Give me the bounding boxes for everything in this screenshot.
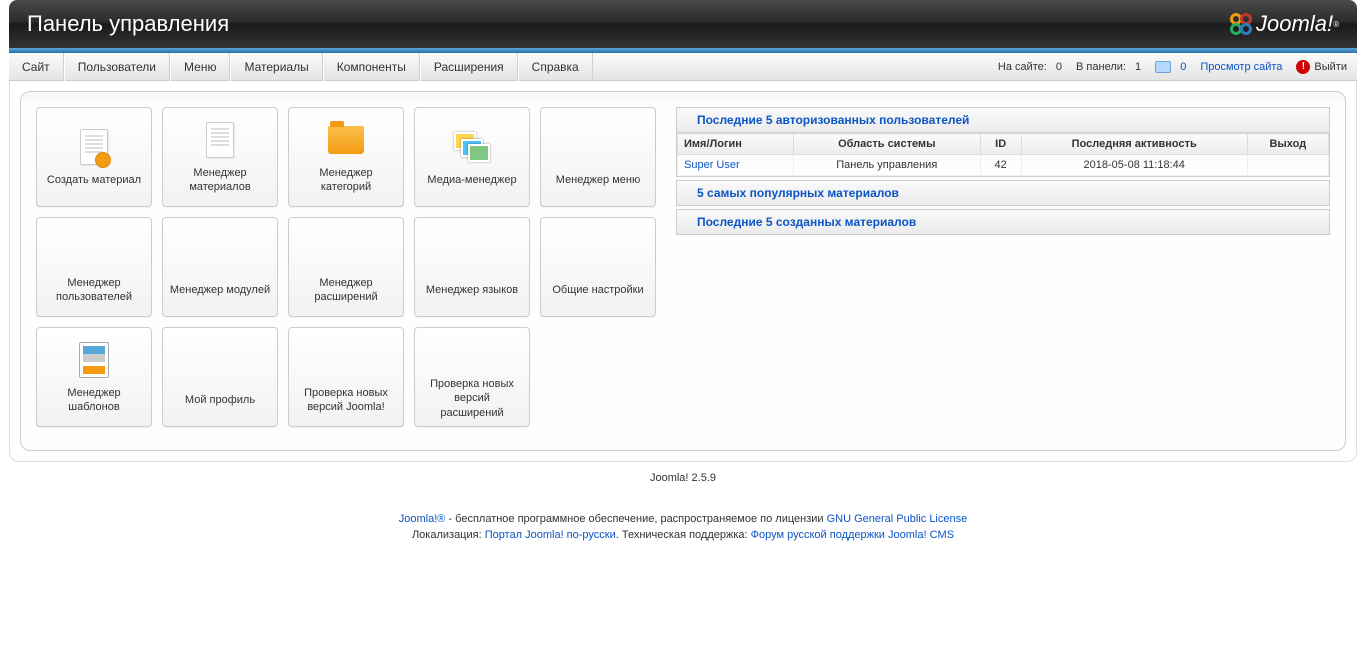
menu-users[interactable]: Пользователи — [64, 53, 170, 81]
view-site-link[interactable]: Просмотр сайта — [1200, 61, 1282, 73]
col-area: Область системы — [794, 134, 981, 155]
quickicon-label: Менеджер модулей — [170, 283, 270, 297]
quickicon-label: Мой профиль — [185, 393, 255, 407]
footer: Joomla!® - бесплатное программное обеспе… — [9, 494, 1357, 560]
language-manager-icon — [452, 237, 492, 277]
extension-manager-icon — [326, 230, 366, 270]
category-manager-icon — [326, 120, 366, 160]
panel-recent: Последние 5 созданных материалов — [676, 209, 1330, 235]
quickicon-global-config[interactable]: Общие настройки — [540, 217, 656, 317]
extensions-update-icon — [452, 334, 492, 371]
menu-manager-icon — [578, 127, 618, 167]
menubar: Сайт Пользователи Меню Материалы Компоне… — [9, 53, 1357, 81]
brand-text: Joomla! — [1256, 11, 1333, 37]
logout-icon: ! — [1296, 60, 1310, 74]
menu-extensions[interactable]: Расширения — [420, 53, 518, 81]
panel-header-recent[interactable]: Последние 5 созданных материалов — [677, 210, 1329, 234]
joomla-link[interactable]: Joomla!® — [399, 513, 446, 525]
quickicon-user-manager[interactable]: Менеджер пользователей — [36, 217, 152, 317]
message-icon — [1155, 61, 1171, 73]
col-id: ID — [980, 134, 1021, 155]
header: Панель управления Joomla!® — [9, 0, 1357, 48]
quickicon-label: Менеджер материалов — [169, 166, 271, 195]
col-name: Имя/Логин — [678, 134, 794, 155]
quickicon-add-article[interactable]: Создать материал — [36, 107, 152, 207]
logged-in-table: Имя/Логин Область системы ID Последняя а… — [677, 133, 1329, 176]
article-manager-icon — [200, 120, 240, 160]
template-manager-icon — [74, 340, 114, 380]
panel-logged-in-users: Последние 5 авторизованных пользователей… — [676, 107, 1330, 177]
main-menu: Сайт Пользователи Меню Материалы Компоне… — [9, 53, 593, 80]
panel-header-logged[interactable]: Последние 5 авторизованных пользователей — [677, 108, 1329, 133]
global-config-icon — [578, 237, 618, 277]
menu-content[interactable]: Материалы — [230, 53, 322, 81]
quickicon-module-manager[interactable]: Менеджер модулей — [162, 217, 278, 317]
locale-link[interactable]: Портал Joomla! по-русски — [485, 529, 616, 541]
visitors-count: На сайте: 0 — [998, 61, 1062, 73]
quickicon-my-profile[interactable]: Мой профиль — [162, 327, 278, 427]
my-profile-icon — [200, 347, 240, 387]
quickicon-template-manager[interactable]: Менеджер шаблонов — [36, 327, 152, 427]
quickicon-joomla-update[interactable]: Проверка новых версий Joomla! — [288, 327, 404, 427]
menu-menus[interactable]: Меню — [170, 53, 230, 81]
quickicon-label: Менеджер шаблонов — [43, 386, 145, 415]
quickicon-label: Менеджер меню — [556, 173, 640, 187]
quickicon-label: Медиа-менеджер — [427, 173, 516, 187]
quickicon-category-manager[interactable]: Менеджер категорий — [288, 107, 404, 207]
admin-count: В панели: 1 — [1076, 61, 1141, 73]
quickicon-label: Менеджер расширений — [295, 276, 397, 305]
gpl-link[interactable]: GNU General Public License — [827, 513, 968, 525]
quickicon-article-manager[interactable]: Менеджер материалов — [162, 107, 278, 207]
quickicon-label: Менеджер категорий — [295, 166, 397, 195]
quickicon-extension-manager[interactable]: Менеджер расширений — [288, 217, 404, 317]
messages-count[interactable]: 0 — [1155, 61, 1186, 73]
quickicon-label: Общие настройки — [552, 283, 643, 297]
user-manager-icon — [74, 230, 114, 270]
media-manager-icon — [452, 127, 492, 167]
menu-help[interactable]: Справка — [518, 53, 593, 81]
col-logout: Выход — [1247, 134, 1328, 155]
support-forum-link[interactable]: Форум русской поддержки Joomla! CMS — [751, 529, 954, 541]
quickicon-grid: Создать материал Менеджер материалов Менед… — [36, 107, 656, 435]
joomla-icon — [1228, 11, 1254, 37]
module-manager-icon — [200, 237, 240, 277]
menu-components[interactable]: Компоненты — [323, 53, 420, 81]
side-panels: Последние 5 авторизованных пользователей… — [676, 107, 1330, 435]
quickicon-language-manager[interactable]: Менеджер языков — [414, 217, 530, 317]
joomla-logo: Joomla!® — [1228, 11, 1339, 37]
quickicon-label: Создать материал — [47, 173, 141, 187]
col-activity: Последняя активность — [1021, 134, 1247, 155]
cell-activity: 2018-05-08 11:18:44 — [1021, 155, 1247, 176]
table-row: Super User Панель управления 42 2018-05-… — [678, 155, 1329, 176]
add-article-icon — [74, 127, 114, 167]
quickicon-label: Проверка новых версий расширений — [421, 377, 523, 420]
quickicon-label: Менеджер языков — [426, 283, 518, 297]
panel-popular: 5 самых популярных материалов — [676, 180, 1330, 206]
logout-link[interactable]: !Выйти — [1296, 60, 1347, 74]
version-text: Joomla! 2.5.9 — [9, 472, 1357, 484]
cell-logout — [1247, 155, 1328, 176]
user-link[interactable]: Super User — [684, 159, 740, 171]
menu-site[interactable]: Сайт — [9, 53, 64, 81]
quickicon-label: Проверка новых версий Joomla! — [295, 386, 397, 415]
quickicon-label: Менеджер пользователей — [43, 276, 145, 305]
joomla-update-icon — [326, 340, 366, 380]
status-bar: На сайте: 0 В панели: 1 0 Просмотр сайта… — [998, 53, 1347, 80]
cell-id: 42 — [980, 155, 1021, 176]
content-area: Создать материал Менеджер материалов Менед… — [9, 81, 1357, 462]
quickicon-extensions-update[interactable]: Проверка новых версий расширений — [414, 327, 530, 427]
panel-header-popular[interactable]: 5 самых популярных материалов — [677, 181, 1329, 205]
quickicon-media-manager[interactable]: Медиа-менеджер — [414, 107, 530, 207]
cell-area: Панель управления — [794, 155, 981, 176]
quickicon-menu-manager[interactable]: Менеджер меню — [540, 107, 656, 207]
page-title: Панель управления — [27, 11, 229, 37]
